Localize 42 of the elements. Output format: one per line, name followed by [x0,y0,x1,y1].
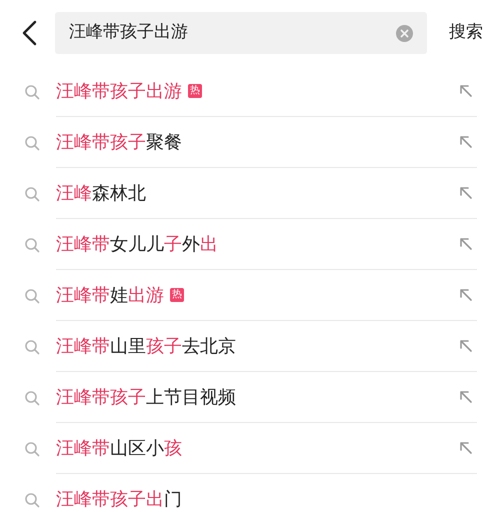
fill-arrow-icon[interactable] [459,135,473,149]
hot-badge: 热 [170,288,184,302]
fill-arrow-icon[interactable] [459,441,473,455]
search-icon [24,390,40,406]
search-icon [24,492,40,508]
suggestion-text: 汪峰森林北 [56,182,146,206]
fill-arrow-icon[interactable] [459,288,473,302]
suggestion-text: 汪峰带山里孩子去北京 [56,334,236,358]
suggestion-item[interactable]: 汪峰带山里孩子去北京 [56,321,477,372]
suggestion-item[interactable]: 汪峰带孩子出 门 [56,474,477,513]
suggestion-text: 汪峰带孩子出 门 [56,488,182,512]
search-icon [24,338,40,354]
fill-arrow-icon[interactable] [459,186,473,200]
search-icon [24,186,40,202]
fill-arrow-icon[interactable] [459,339,473,353]
fill-arrow-icon[interactable] [459,390,473,404]
suggestion-text: 汪峰带孩子出游 [56,80,182,104]
search-icon [24,236,40,252]
search-input[interactable]: 汪峰带孩子出游 [69,20,396,46]
search-icon [24,288,40,304]
clear-icon[interactable] [396,24,413,42]
suggestion-item[interactable]: 汪峰带孩子聚餐 [56,117,477,168]
suggestion-text: 汪峰带山区小孩 [56,436,182,460]
suggestion-text: 汪峰带孩子上节目视频 [56,386,236,410]
search-button[interactable]: 搜索 [449,20,483,46]
suggestion-text: 汪峰带孩子聚餐 [56,130,182,154]
suggestion-item[interactable]: 汪峰带女儿儿子外出 [56,219,477,270]
fill-arrow-icon[interactable] [459,237,473,251]
suggestion-text: 汪峰带娃出游 [56,284,164,308]
hot-badge: 热 [188,84,202,98]
fill-arrow-icon[interactable] [459,84,473,98]
search-field[interactable]: 汪峰带孩子出游 [55,12,427,54]
search-icon [24,440,40,456]
suggestion-item[interactable]: 汪峰带娃出游 热 [56,270,477,321]
back-icon[interactable] [20,20,38,46]
search-icon [24,134,40,150]
suggestion-item[interactable]: 汪峰森林北 [56,168,477,219]
suggestion-text: 汪峰带女儿儿子外出 [56,232,218,256]
suggestion-item[interactable]: 汪峰带山区小孩 [56,423,477,474]
suggestion-item[interactable]: 汪峰带孩子上节目视频 [56,372,477,423]
search-icon [24,84,40,100]
suggestion-item[interactable]: 汪峰带孩子出游 热 [56,66,477,117]
